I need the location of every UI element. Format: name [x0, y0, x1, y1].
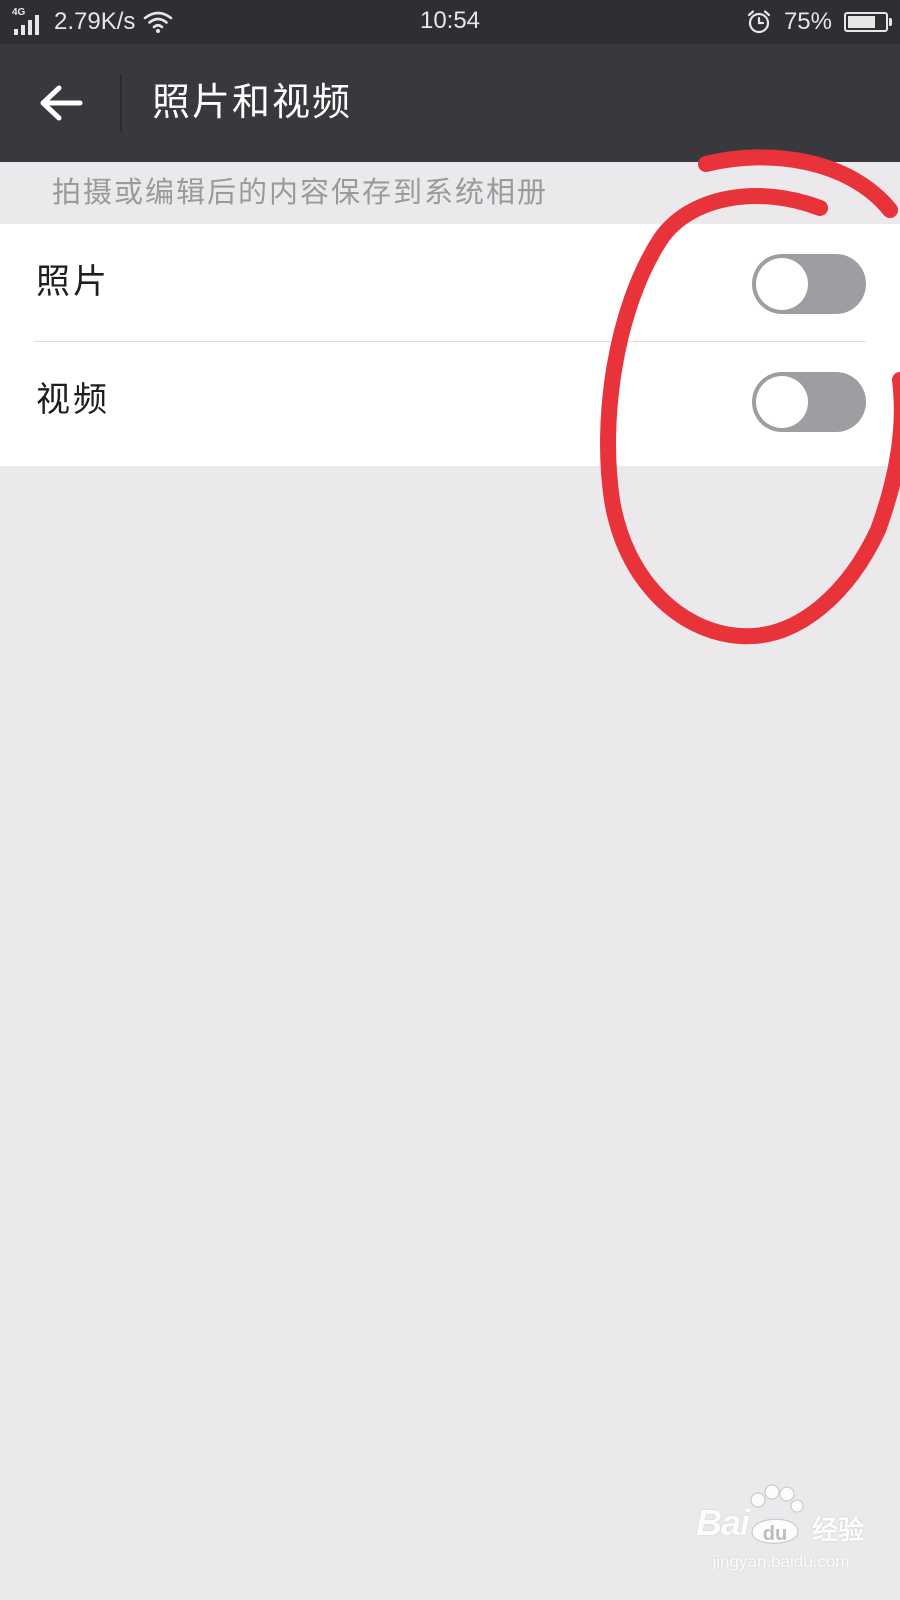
photos-toggle-switch[interactable] — [752, 254, 866, 314]
status-bar-right: 75% — [746, 0, 892, 44]
page-title: 照片和视频 — [152, 80, 353, 124]
battery-icon — [844, 12, 892, 32]
app-bar: 照片和视频 — [0, 44, 900, 162]
setting-label-photos: 照片 — [36, 262, 110, 302]
baidu-jingyan-watermark: Bai du 经验 jingyan.baidu.com — [676, 1484, 886, 1586]
arrow-left-icon — [40, 85, 83, 121]
alarm-clock-icon — [747, 10, 771, 34]
watermark-url: jingyan.baidu.com — [712, 1552, 850, 1571]
app-bar-divider — [120, 74, 122, 132]
watermark-suffix: 经验 — [812, 1516, 865, 1546]
watermark-paw-text: du — [763, 1523, 787, 1545]
setting-row-photos: 照片 — [0, 224, 900, 342]
toggle-knob — [756, 258, 808, 310]
paw-icon: du — [750, 1484, 804, 1545]
battery-percentage: 75% — [783, 8, 832, 35]
setting-row-videos: 视频 — [0, 342, 900, 459]
setting-label-videos: 视频 — [36, 380, 110, 420]
videos-toggle-switch[interactable] — [752, 372, 866, 432]
back-button[interactable] — [26, 68, 96, 138]
section-description: 拍摄或编辑后的内容保存到系统相册 — [52, 175, 549, 209]
status-bar: 4G 2.79K/s 10:54 75% — [0, 0, 900, 44]
settings-list: 照片 视频 — [0, 224, 900, 466]
toggle-knob — [756, 376, 808, 428]
battery-level-fill — [848, 16, 875, 28]
